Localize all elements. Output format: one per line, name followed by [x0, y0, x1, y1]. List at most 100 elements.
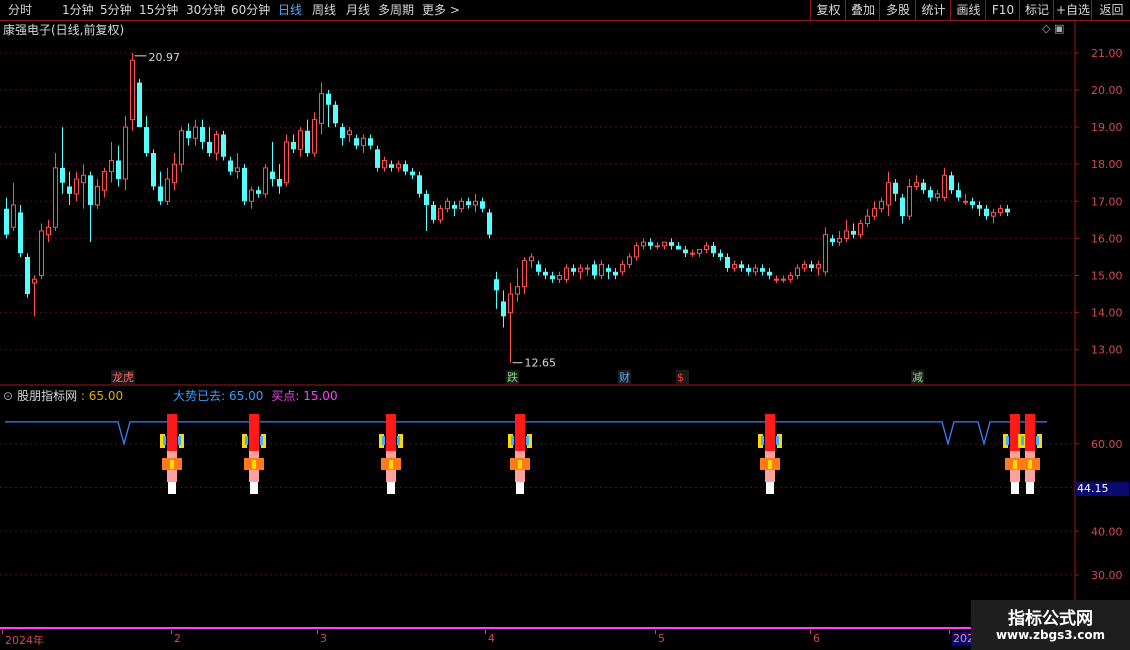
- candle-body-down[interactable]: [368, 138, 373, 146]
- candle-body-down[interactable]: [550, 275, 555, 280]
- candle-body-up[interactable]: [788, 275, 793, 280]
- candle-body-up[interactable]: [319, 93, 324, 124]
- candle-body-down[interactable]: [116, 160, 121, 180]
- candle-body-up[interactable]: [802, 263, 807, 269]
- candle-body-up[interactable]: [872, 208, 877, 217]
- candle-body-down[interactable]: [949, 175, 954, 191]
- candle-body-up[interactable]: [382, 159, 387, 169]
- candle-body-up[interactable]: [858, 223, 863, 236]
- candle-body-up[interactable]: [886, 182, 891, 206]
- candle-body-down[interactable]: [466, 201, 471, 205]
- candle-body-up[interactable]: [774, 278, 779, 281]
- event-marker[interactable]: 龙虎: [112, 371, 134, 384]
- candle-body-up[interactable]: [620, 263, 625, 273]
- candle-body-down[interactable]: [746, 268, 751, 272]
- candle-body-up[interactable]: [102, 171, 107, 191]
- candle-body-up[interactable]: [81, 174, 86, 184]
- candle-body-down[interactable]: [1005, 208, 1010, 213]
- event-marker[interactable]: 减: [912, 371, 923, 384]
- buy-signal-marker[interactable]: [508, 414, 532, 494]
- candle-body-down[interactable]: [970, 201, 975, 205]
- period-tab-1[interactable]: 1分钟: [62, 0, 94, 20]
- candle-body-up[interactable]: [53, 167, 58, 228]
- candle-body-down[interactable]: [606, 268, 611, 272]
- period-tab-7[interactable]: 周线: [312, 0, 336, 20]
- candle-body-down[interactable]: [333, 104, 338, 124]
- candle-body-down[interactable]: [977, 205, 982, 209]
- candle-body-down[interactable]: [424, 193, 429, 205]
- candle-body-up[interactable]: [459, 200, 464, 210]
- candle-body-down[interactable]: [809, 264, 814, 269]
- candle-body-down[interactable]: [648, 242, 653, 246]
- candle-body-up[interactable]: [515, 286, 520, 295]
- candle-body-down[interactable]: [928, 190, 933, 198]
- candle-body-down[interactable]: [277, 179, 282, 187]
- candle-body-up[interactable]: [998, 208, 1003, 213]
- candle-body-down[interactable]: [767, 271, 772, 276]
- period-tab-8[interactable]: 月线: [346, 0, 370, 20]
- candle-body-up[interactable]: [46, 226, 51, 236]
- candle-body-up[interactable]: [634, 245, 639, 258]
- period-tab-5[interactable]: 60分钟: [231, 0, 270, 20]
- candle-body-up[interactable]: [578, 267, 583, 273]
- candle-body-up[interactable]: [172, 163, 177, 184]
- candle-body-up[interactable]: [249, 189, 254, 202]
- candle-body-up[interactable]: [557, 275, 562, 280]
- candle-body-up[interactable]: [361, 137, 366, 147]
- candle-body-down[interactable]: [137, 82, 142, 128]
- candle-body-up[interactable]: [823, 234, 828, 273]
- candle-body-down[interactable]: [410, 171, 415, 176]
- candle-body-down[interactable]: [228, 160, 233, 172]
- candle-body-up[interactable]: [445, 200, 450, 210]
- candle-body-up[interactable]: [312, 119, 317, 154]
- period-tab-9[interactable]: 多周期: [378, 0, 414, 20]
- candle-body-down[interactable]: [389, 164, 394, 168]
- candlesticks[interactable]: 20.97 12.65: [4, 51, 1010, 370]
- candle-body-up[interactable]: [74, 178, 79, 195]
- event-marker[interactable]: 财: [619, 370, 630, 384]
- candle-body-down[interactable]: [984, 208, 989, 217]
- buy-signal-marker[interactable]: [242, 414, 266, 494]
- candle-body-up[interactable]: [263, 167, 268, 195]
- candle-body-down[interactable]: [683, 249, 688, 254]
- candle-body-up[interactable]: [235, 167, 240, 173]
- candle-body-down[interactable]: [921, 182, 926, 191]
- buy-signal-marker[interactable]: [1003, 414, 1027, 494]
- candle-body-up[interactable]: [599, 263, 604, 277]
- candle-body-down[interactable]: [543, 271, 548, 276]
- toolbar-action-1[interactable]: 叠加: [845, 0, 880, 20]
- candle-body-down[interactable]: [60, 167, 65, 183]
- toolbar-action-5[interactable]: F10: [985, 0, 1020, 20]
- candle-body-down[interactable]: [88, 175, 93, 205]
- candle-body-up[interactable]: [165, 178, 170, 202]
- period-tab-3[interactable]: 15分钟: [139, 0, 178, 20]
- candle-body-up[interactable]: [473, 200, 478, 206]
- candle-body-down[interactable]: [4, 208, 9, 235]
- candle-body-up[interactable]: [753, 267, 758, 273]
- candle-body-up[interactable]: [109, 159, 114, 173]
- toolbar-action-8[interactable]: 返回: [1091, 0, 1130, 20]
- candle-body-up[interactable]: [284, 141, 289, 184]
- candle-body-up[interactable]: [438, 208, 443, 221]
- indicator-name[interactable]: 股朋指标网: [17, 389, 77, 403]
- candle-body-down[interactable]: [501, 301, 506, 317]
- candle-body-up[interactable]: [298, 130, 303, 150]
- candle-body-up[interactable]: [816, 263, 821, 269]
- candle-body-up[interactable]: [781, 278, 786, 281]
- candle-body-down[interactable]: [67, 186, 72, 194]
- candle-body-down[interactable]: [452, 205, 457, 209]
- candle-body-down[interactable]: [305, 130, 310, 154]
- toolbar-action-7[interactable]: +自选: [1053, 0, 1092, 20]
- period-tab-0[interactable]: 分时: [8, 0, 32, 20]
- candle-body-down[interactable]: [760, 268, 765, 272]
- event-marker[interactable]: 跌: [507, 370, 518, 384]
- candle-body-down[interactable]: [718, 253, 723, 257]
- candle-body-up[interactable]: [662, 241, 667, 247]
- candle-body-down[interactable]: [375, 149, 380, 168]
- candle-body-down[interactable]: [403, 164, 408, 172]
- indicator-menu-icon[interactable]: ⊙: [3, 389, 13, 403]
- candle-body-up[interactable]: [795, 267, 800, 277]
- candle-body-down[interactable]: [739, 264, 744, 269]
- candle-body-down[interactable]: [221, 134, 226, 157]
- period-tab-4[interactable]: 30分钟: [186, 0, 225, 20]
